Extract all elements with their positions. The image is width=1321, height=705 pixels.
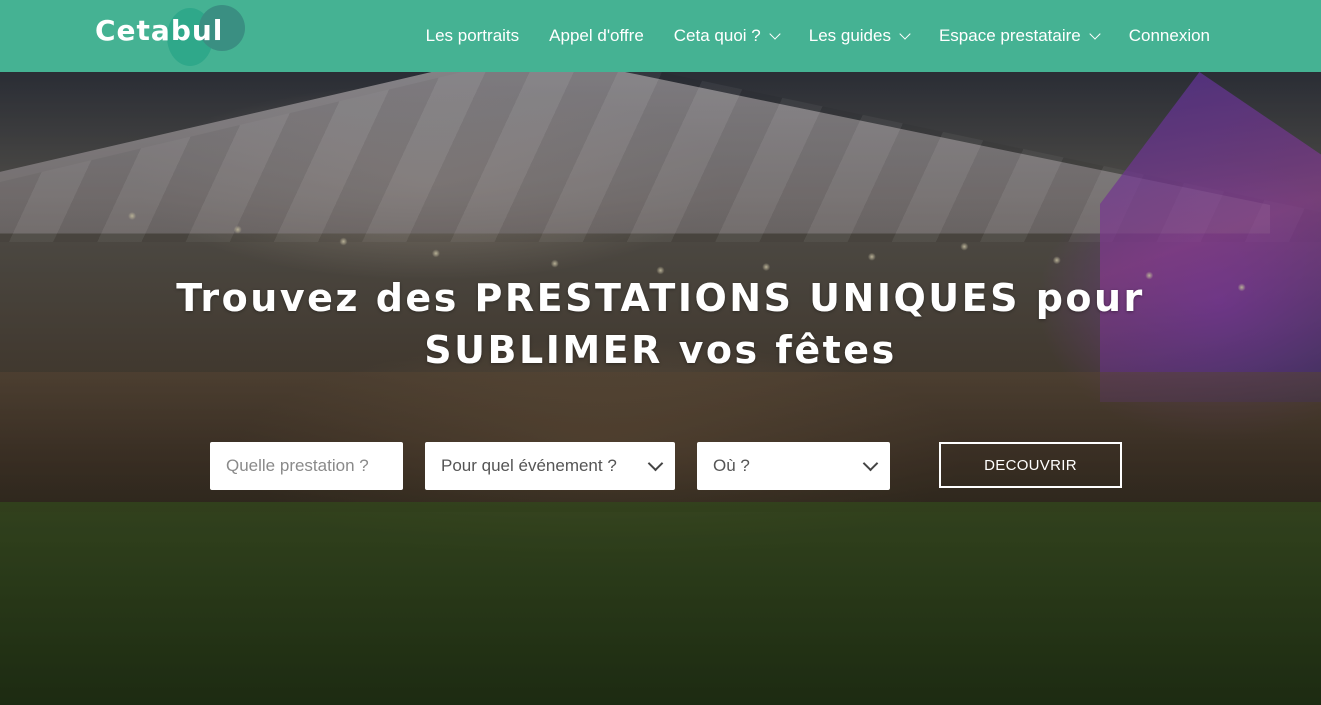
prestation-field-wrapper [210, 442, 403, 490]
nav-label: Ceta quoi ? [673, 26, 761, 45]
hero-section: Trouvez des PRESTATIONS UNIQUES pour SUB… [0, 72, 1321, 705]
site-header: Cetabul Les portraits Appel d'offre Ceta… [0, 0, 1321, 72]
main-nav: Les portraits Appel d'offre Ceta quoi ? … [426, 0, 1210, 72]
nav-label: Les portraits [425, 26, 520, 45]
chevron-down-icon [647, 455, 664, 471]
event-select[interactable]: Pour quel événement ? [425, 442, 675, 490]
nav-item-espace-prestataire[interactable]: Espace prestataire [938, 26, 1101, 46]
decouvrir-button[interactable]: DECOUVRIR [939, 442, 1122, 488]
nav-item-ceta-quoi[interactable]: Ceta quoi ? [673, 26, 781, 46]
hero-headline: Trouvez des PRESTATIONS UNIQUES pour SUB… [0, 272, 1321, 376]
hero-overlay [0, 72, 1321, 705]
nav-label: Espace prestataire [938, 26, 1081, 45]
event-select-label: Pour quel événement ? [441, 456, 617, 475]
nav-item-appel-offre[interactable]: Appel d'offre [549, 26, 644, 46]
location-select[interactable]: Où ? [697, 442, 890, 490]
nav-item-guides[interactable]: Les guides [808, 26, 911, 46]
nav-label: Connexion [1128, 26, 1210, 45]
prestation-search-input[interactable] [210, 442, 403, 490]
hero-headline-line1: Trouvez des PRESTATIONS UNIQUES pour [176, 276, 1145, 320]
location-select-label: Où ? [713, 456, 750, 475]
chevron-down-icon [899, 27, 911, 40]
hero-headline-line2: SUBLIMER vos fêtes [424, 328, 897, 372]
chevron-down-icon [769, 27, 781, 40]
nav-item-connexion[interactable]: Connexion [1129, 26, 1210, 46]
nav-label: Les guides [808, 26, 891, 45]
chevron-down-icon [1089, 27, 1101, 40]
logo-text: Cetabul [95, 14, 224, 47]
logo[interactable]: Cetabul [95, 2, 255, 68]
nav-label: Appel d'offre [549, 26, 644, 45]
chevron-down-icon [862, 455, 879, 471]
nav-item-portraits[interactable]: Les portraits [426, 26, 520, 46]
